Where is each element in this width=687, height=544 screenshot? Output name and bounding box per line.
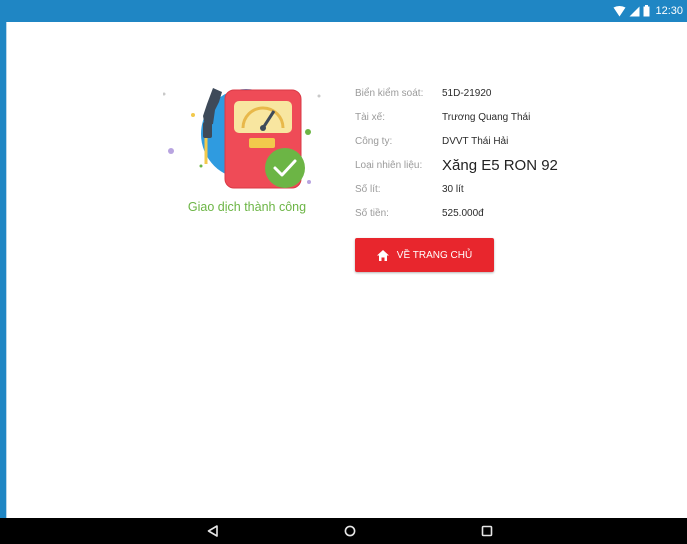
- fuel-pump-success-icon: [162, 84, 333, 208]
- app-content: Giao dịch thành công Biển kiểm soát: 51D…: [6, 22, 687, 518]
- status-time: 12:30: [655, 5, 683, 17]
- value-amount: 525.000đ: [442, 208, 484, 219]
- status-bar: 12:30: [0, 0, 687, 22]
- back-icon[interactable]: [204, 523, 220, 539]
- label-license-plate: Biển kiểm soát:: [355, 88, 424, 99]
- label-driver: Tài xế:: [355, 112, 386, 123]
- home-button-label: VỀ TRANG CHỦ: [396, 249, 473, 261]
- home-button[interactable]: VỀ TRANG CHỦ: [355, 238, 494, 272]
- value-liters: 30 lít: [442, 184, 464, 195]
- recents-icon[interactable]: [479, 523, 495, 539]
- navigation-bar: [0, 518, 687, 544]
- status-icons: 12:30: [613, 3, 683, 19]
- home-icon: [376, 249, 389, 261]
- value-fuel-type: Xăng E5 RON 92: [442, 157, 558, 174]
- battery-icon: [643, 5, 650, 17]
- label-amount: Số tiền:: [355, 208, 389, 219]
- label-fuel-type: Loại nhiên liệu:: [355, 160, 423, 171]
- label-company: Công ty:: [355, 136, 393, 147]
- value-company: DVVT Thái Hải: [442, 136, 509, 147]
- cell-signal-icon: [629, 6, 640, 17]
- wifi-icon: [613, 5, 626, 17]
- success-message: Giao dịch thành công: [187, 200, 307, 214]
- home-circle-icon[interactable]: [342, 523, 358, 539]
- value-license-plate: 51D-21920: [442, 88, 492, 99]
- label-liters: Số lít:: [355, 184, 381, 195]
- value-driver: Trương Quang Thái: [442, 112, 531, 123]
